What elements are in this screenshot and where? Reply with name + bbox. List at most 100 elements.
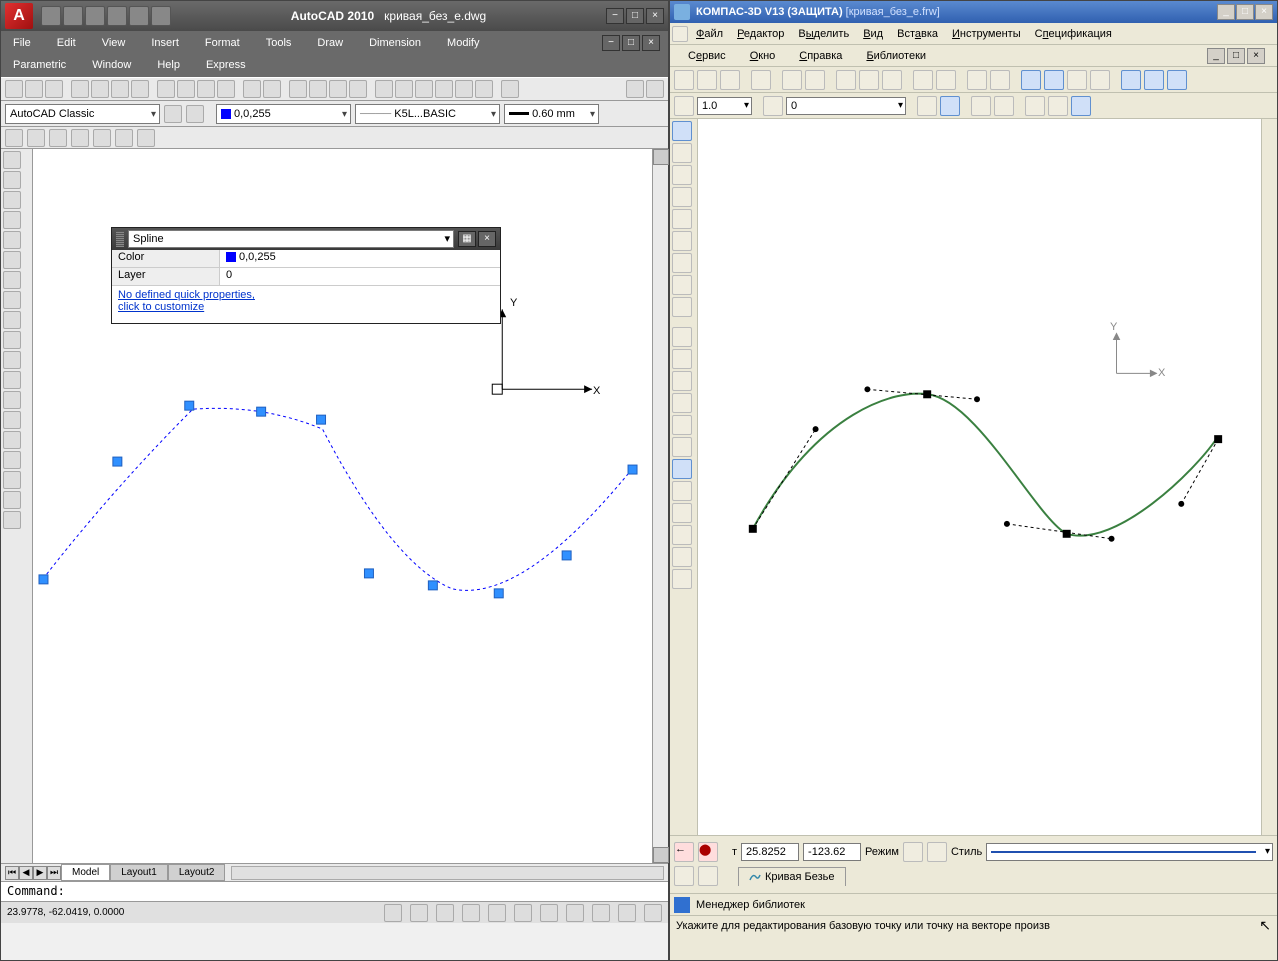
fx-icon[interactable] bbox=[1067, 70, 1087, 90]
step-icon[interactable] bbox=[674, 96, 694, 116]
tab-next-button[interactable]: ▶ bbox=[33, 866, 47, 880]
copy-props-icon[interactable] bbox=[913, 70, 933, 90]
menu-editor[interactable]: Редактор bbox=[731, 26, 790, 42]
edit-panel-icon[interactable] bbox=[672, 209, 692, 229]
menu-tools[interactable]: Tools bbox=[262, 35, 296, 51]
scale-input[interactable]: 1.0 bbox=[697, 97, 752, 115]
menu-insert[interactable]: Insert bbox=[147, 35, 183, 51]
mdi-close-button[interactable]: × bbox=[642, 35, 660, 51]
redo-icon[interactable] bbox=[129, 6, 149, 26]
paste-icon[interactable] bbox=[197, 80, 215, 98]
menu-file[interactable]: Файл bbox=[690, 26, 729, 42]
cut-icon[interactable] bbox=[157, 80, 175, 98]
menu-dimension[interactable]: Dimension bbox=[365, 35, 425, 51]
tab-model[interactable]: Model bbox=[61, 864, 110, 881]
library-manager-bar[interactable]: Менеджер библиотек bbox=[670, 893, 1277, 915]
point-icon[interactable] bbox=[672, 327, 692, 347]
memory-state-icon[interactable] bbox=[698, 866, 718, 886]
tab-layout1[interactable]: Layout1 bbox=[110, 864, 168, 881]
plot-icon[interactable] bbox=[71, 80, 89, 98]
table-icon[interactable] bbox=[3, 491, 21, 509]
global-snap-icon[interactable] bbox=[940, 96, 960, 116]
polyline-icon[interactable] bbox=[3, 191, 21, 209]
polygon-icon[interactable] bbox=[3, 211, 21, 229]
save-icon[interactable] bbox=[85, 6, 105, 26]
menu-parametric[interactable]: Parametric bbox=[9, 57, 70, 73]
minimize-button[interactable]: − bbox=[606, 8, 624, 24]
param-icon[interactable] bbox=[971, 96, 991, 116]
menu-help[interactable]: Help bbox=[153, 57, 184, 73]
text-panel-icon[interactable] bbox=[672, 187, 692, 207]
markup-icon[interactable] bbox=[455, 80, 473, 98]
zoom-fit-icon[interactable] bbox=[1121, 70, 1141, 90]
close-button[interactable]: × bbox=[1255, 4, 1273, 20]
qp-header[interactable]: Spline ▦ × bbox=[112, 228, 500, 250]
create-object-button[interactable]: ← bbox=[674, 842, 694, 862]
spec-panel-icon[interactable] bbox=[672, 297, 692, 317]
design-center-icon[interactable] bbox=[395, 80, 413, 98]
kompas-scrollbar-vertical[interactable] bbox=[1261, 119, 1277, 835]
print-icon[interactable] bbox=[751, 70, 771, 90]
hatch-icon[interactable] bbox=[3, 431, 21, 449]
menu-draw[interactable]: Draw bbox=[313, 35, 347, 51]
vp-poly-icon[interactable] bbox=[115, 129, 133, 147]
x-input[interactable] bbox=[741, 843, 799, 861]
menu-view[interactable]: Вид bbox=[857, 26, 889, 42]
close-button[interactable]: × bbox=[646, 8, 664, 24]
grip-icon[interactable] bbox=[116, 231, 124, 247]
param-panel-icon[interactable] bbox=[672, 231, 692, 251]
linetype-dropdown[interactable]: ──── K5L...BASIC bbox=[355, 104, 500, 124]
autocad-logo-icon[interactable]: A bbox=[5, 3, 33, 29]
qp-layer-value[interactable]: 0 bbox=[220, 268, 500, 285]
circle-icon[interactable] bbox=[672, 393, 692, 413]
grid-toggle[interactable] bbox=[410, 904, 428, 922]
calc-icon[interactable] bbox=[475, 80, 493, 98]
tab-first-button[interactable]: ⏮ bbox=[5, 866, 19, 880]
lwt-toggle[interactable] bbox=[592, 904, 610, 922]
dyn-toggle[interactable] bbox=[566, 904, 584, 922]
print-icon[interactable] bbox=[151, 6, 171, 26]
menu-insert[interactable]: Вставка bbox=[891, 26, 944, 42]
local-cs-icon[interactable] bbox=[1071, 96, 1091, 116]
tab-layout2[interactable]: Layout2 bbox=[168, 864, 226, 881]
open-icon[interactable] bbox=[25, 80, 43, 98]
menu-window[interactable]: Window bbox=[88, 57, 135, 73]
new-icon[interactable] bbox=[41, 6, 61, 26]
menu-spec[interactable]: Спецификация bbox=[1029, 26, 1118, 42]
chamfer-icon[interactable] bbox=[672, 481, 692, 501]
autocad-scrollbar-vertical[interactable] bbox=[652, 149, 668, 863]
grid-icon[interactable] bbox=[994, 96, 1014, 116]
make-block-icon[interactable] bbox=[3, 391, 21, 409]
3ddwf-icon[interactable] bbox=[131, 80, 149, 98]
named-views-icon[interactable] bbox=[5, 129, 23, 147]
command-line[interactable]: Command: bbox=[1, 881, 668, 901]
undo-icon[interactable] bbox=[107, 6, 127, 26]
menu-edit[interactable]: Edit bbox=[53, 35, 80, 51]
menu-window[interactable]: Окно bbox=[744, 48, 782, 64]
ellipse-icon[interactable] bbox=[672, 437, 692, 457]
qp-customize-link-1[interactable]: No defined quick properties, bbox=[118, 289, 255, 301]
minimize-button[interactable]: _ bbox=[1217, 4, 1235, 20]
properties-icon[interactable] bbox=[805, 70, 825, 90]
menu-service[interactable]: Сервис bbox=[682, 48, 732, 64]
measure-panel-icon[interactable] bbox=[672, 253, 692, 273]
menu-select[interactable]: Выделить bbox=[792, 26, 855, 42]
help-icon[interactable] bbox=[1090, 70, 1110, 90]
pan-icon[interactable] bbox=[289, 80, 307, 98]
menu-tools[interactable]: Инструменты bbox=[946, 26, 1027, 42]
qp-color-value[interactable]: 0,0,255 bbox=[220, 250, 500, 267]
vp-join-icon[interactable] bbox=[71, 129, 89, 147]
ducs-toggle[interactable] bbox=[540, 904, 558, 922]
menu-libraries[interactable]: Библиотеки bbox=[860, 48, 932, 64]
state-input[interactable]: 0 bbox=[786, 97, 906, 115]
bezier-icon[interactable] bbox=[672, 459, 692, 479]
otrack-toggle[interactable] bbox=[514, 904, 532, 922]
rectangle-icon[interactable] bbox=[3, 231, 21, 249]
ortho-toggle[interactable] bbox=[436, 904, 454, 922]
notation-panel-icon[interactable] bbox=[672, 165, 692, 185]
viewport-icon[interactable] bbox=[27, 129, 45, 147]
snap-toggle[interactable] bbox=[384, 904, 402, 922]
kompas-canvas[interactable]: X Y bbox=[698, 119, 1261, 835]
geometry-panel-icon[interactable] bbox=[672, 121, 692, 141]
osnap-toggle[interactable] bbox=[488, 904, 506, 922]
